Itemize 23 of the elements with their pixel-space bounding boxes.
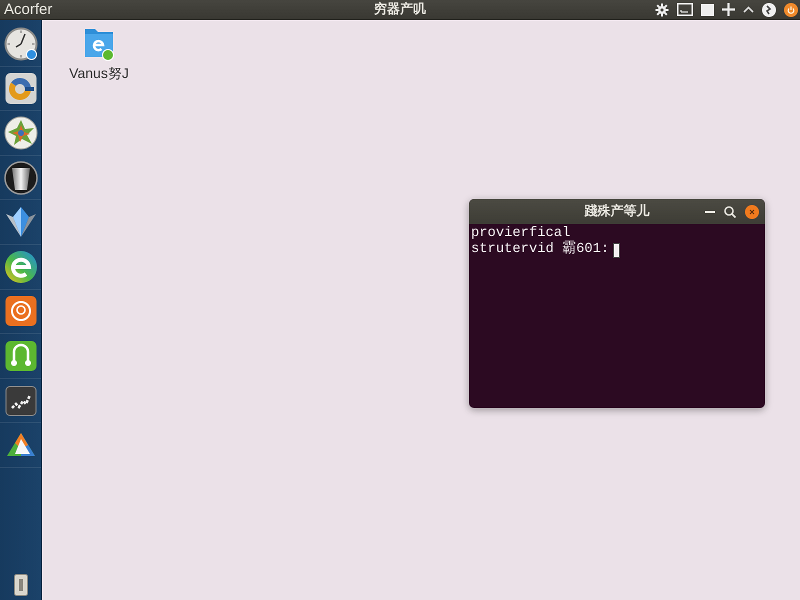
text-cursor	[613, 242, 620, 258]
app-title: Acorfer	[3, 0, 52, 20]
window-title: 踐殊产等儿	[584, 202, 650, 221]
terminal-line: provierfical	[471, 226, 570, 241]
screen-icon[interactable]	[677, 3, 693, 16]
caret-up-icon[interactable]	[743, 6, 754, 13]
power-icon[interactable]	[784, 2, 798, 16]
minimize-icon[interactable]	[705, 210, 715, 212]
plus-icon[interactable]	[722, 3, 735, 16]
chevron-circle-icon[interactable]	[762, 2, 776, 16]
search-icon[interactable]	[724, 206, 736, 218]
square-icon[interactable]	[701, 4, 714, 16]
drive-icon[interactable]	[14, 574, 28, 596]
top-bar-text: 穷器产叽	[374, 0, 426, 19]
terminal-line: strutervid 霸601:	[471, 242, 610, 258]
letter-e-icon[interactable]	[2, 248, 38, 285]
close-icon[interactable]	[745, 204, 759, 218]
cylinder-icon[interactable]	[2, 160, 38, 196]
gear-icon[interactable]	[655, 2, 669, 16]
pattern-disc-icon[interactable]	[2, 114, 38, 151]
icon-label: Vanus努J	[69, 65, 129, 81]
clock-icon[interactable]	[2, 26, 38, 62]
ring-tile-icon[interactable]	[2, 70, 38, 106]
